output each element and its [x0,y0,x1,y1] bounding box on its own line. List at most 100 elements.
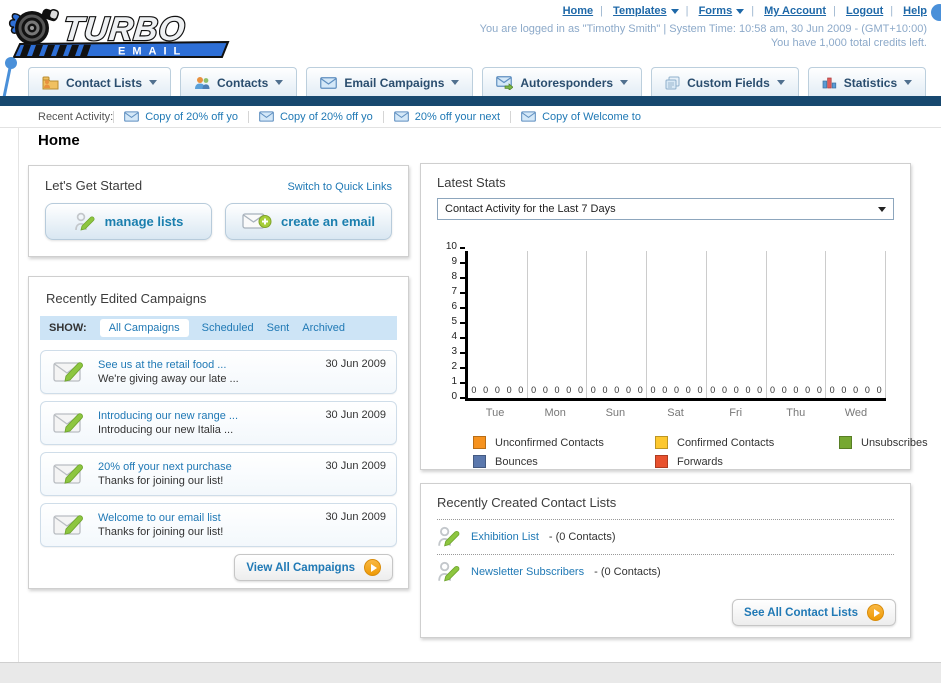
nav-tab-label: Custom Fields [687,75,770,90]
stats-dropdown[interactable]: Contact Activity for the Last 7 Days [437,198,894,220]
dropdown-caret-icon [878,206,886,212]
nav-tab-contacts[interactable]: Contacts [180,67,298,97]
legend-swatch-bounces [473,455,486,468]
campaign-row[interactable]: See us at the retail food ... We're givin… [40,350,397,394]
top-nav-templates[interactable]: Templates [613,5,679,17]
campaign-title-link[interactable]: 20% off your next purchase [98,461,232,473]
tab-sent[interactable]: Sent [267,322,290,334]
legend-swatch-forwards [655,455,668,468]
contact-list-link[interactable]: Newsletter Subscribers [471,566,584,578]
envelope-pencil-icon [53,464,83,484]
switch-quick-links[interactable]: Switch to Quick Links [287,181,392,193]
recent-activity-item: Copy of Welcome to [510,110,651,123]
legend-label: Unsubscribes [861,436,928,449]
nav-tab-statistics[interactable]: Statistics [807,67,927,97]
orange-arrow-icon [364,559,381,576]
chart-y-axis: 0 1 2 3 4 5 6 7 8 9 10 [439,242,465,402]
top-nav: Home | Templates | Forms | My Account | Logo… [563,5,927,17]
chart-x-axis: Tue Mon Sun Sat Fri Thu Wed [485,407,868,419]
chart-day-column: 00000 [707,251,767,398]
chevron-down-icon [451,80,460,85]
campaign-date: 30 Jun 2009 [325,409,386,421]
nav-tab-label: Contact Lists [66,75,143,90]
contact-lists-title: Recently Created Contact Lists [437,495,617,510]
campaign-date: 30 Jun 2009 [325,358,386,370]
envelope-arrow-icon [496,75,514,90]
stats-dropdown-value: Contact Activity for the Last 7 Days [445,203,616,215]
orange-arrow-icon [867,604,884,621]
chevron-down-icon [149,80,158,85]
get-started-title: Let's Get Started [45,178,143,193]
contact-list-item: Exhibition List - (0 Contacts) [437,520,894,554]
view-all-campaigns-label: View All Campaigns [246,561,355,574]
header: TURBO EMAIL Home | Templates | Forms | My A… [0,0,941,109]
chevron-down-icon [776,80,785,85]
recent-activity-link[interactable]: 20% off your next [415,111,500,123]
latest-stats-panel: Latest Stats Contact Activity for the La… [420,163,928,470]
recent-activity-link[interactable]: Copy of Welcome to [542,111,641,123]
envelope-icon [521,111,536,122]
nav-tab-autoresponders[interactable]: Autoresponders [482,67,643,97]
envelope-pencil-icon [53,413,83,433]
pencil-person-icon [74,212,95,231]
recent-activity-item: Copy of 20% off yo [247,110,383,123]
pages-icon [665,76,680,89]
credits-line: You have 1,000 total credits left. [770,37,927,49]
top-nav-help[interactable]: Help [903,5,927,17]
recent-activity-link[interactable]: Copy of 20% off yo [145,111,238,123]
nav-tab-email-campaigns[interactable]: Email Campaigns [306,67,474,97]
pencil-person-icon [438,526,460,547]
view-all-campaigns-button[interactable]: View All Campaigns [234,554,393,581]
tab-archived[interactable]: Archived [302,322,345,334]
manage-lists-label: manage lists [104,214,184,229]
top-nav-home[interactable]: Home [563,5,594,17]
contact-list-count: - (0 Contacts) [594,566,661,578]
legend-label: Unconfirmed Contacts [495,436,604,449]
session-line: You are logged in as "Timothy Smith" | S… [479,23,927,35]
bar-chart-icon [822,77,836,89]
nav-tab-custom-fields[interactable]: Custom Fields [651,67,799,97]
navy-divider-bar [0,96,941,106]
top-nav-my-account[interactable]: My Account [764,5,826,17]
legend-item: Forwards [655,455,839,468]
campaign-row[interactable]: 20% off your next purchase Thanks for joi… [40,452,397,496]
chart-day-column: 00000 [587,251,648,398]
campaign-title-link[interactable]: Introducing our new range ... [98,410,238,422]
campaign-row[interactable]: Introducing our new range ... Introducing… [40,401,397,445]
tab-scheduled[interactable]: Scheduled [202,322,254,334]
svg-text:EMAIL: EMAIL [118,46,187,58]
legend-swatch-unconfirmed [473,436,486,449]
envelope-icon [124,111,140,122]
campaign-subtitle: Thanks for joining our list! [98,526,224,538]
campaign-date: 30 Jun 2009 [325,511,386,523]
campaign-subtitle: Introducing our new Italia ... [98,424,234,436]
envelope-pencil-icon [53,362,83,382]
content-left-rule [18,128,19,662]
see-all-contact-lists-button[interactable]: See All Contact Lists [732,599,896,626]
campaign-row[interactable]: Welcome to our email list Thanks for join… [40,503,397,547]
top-nav-logout[interactable]: Logout [846,5,883,17]
page-title: Home [38,132,80,149]
nav-tab-contact-lists[interactable]: Contact Lists [28,67,172,97]
top-nav-forms[interactable]: Forms [699,5,745,17]
campaign-title-link[interactable]: Welcome to our email list [98,512,221,524]
chevron-down-icon [275,80,284,85]
see-all-contact-lists-label: See All Contact Lists [744,606,858,619]
campaign-title-link[interactable]: See us at the retail food ... [98,359,226,371]
contact-lists-panel: Recently Created Contact Lists Exhibitio… [420,483,911,638]
recent-activity-link[interactable]: Copy of 20% off yo [280,111,373,123]
create-email-button[interactable]: create an email [225,203,392,240]
recent-activity-bar: Recent Activity: Copy of 20% off yo Copy… [0,106,941,128]
folder-icon [42,76,59,89]
tab-all-campaigns[interactable]: All Campaigns [99,319,189,337]
legend-swatch-unsubscribes [839,436,852,449]
chart-plot: 00000000000000000000000000000000000 [465,251,887,401]
manage-lists-button[interactable]: manage lists [45,203,212,240]
chart-day-column: 00000 [826,251,887,398]
recent-activity-label: Recent Activity: [38,110,114,123]
contact-list-link[interactable]: Exhibition List [471,531,539,543]
envelope-icon [320,76,338,89]
envelope-icon [393,111,409,122]
legend-item: Unconfirmed Contacts [473,436,655,449]
legend-label: Bounces [495,455,538,468]
